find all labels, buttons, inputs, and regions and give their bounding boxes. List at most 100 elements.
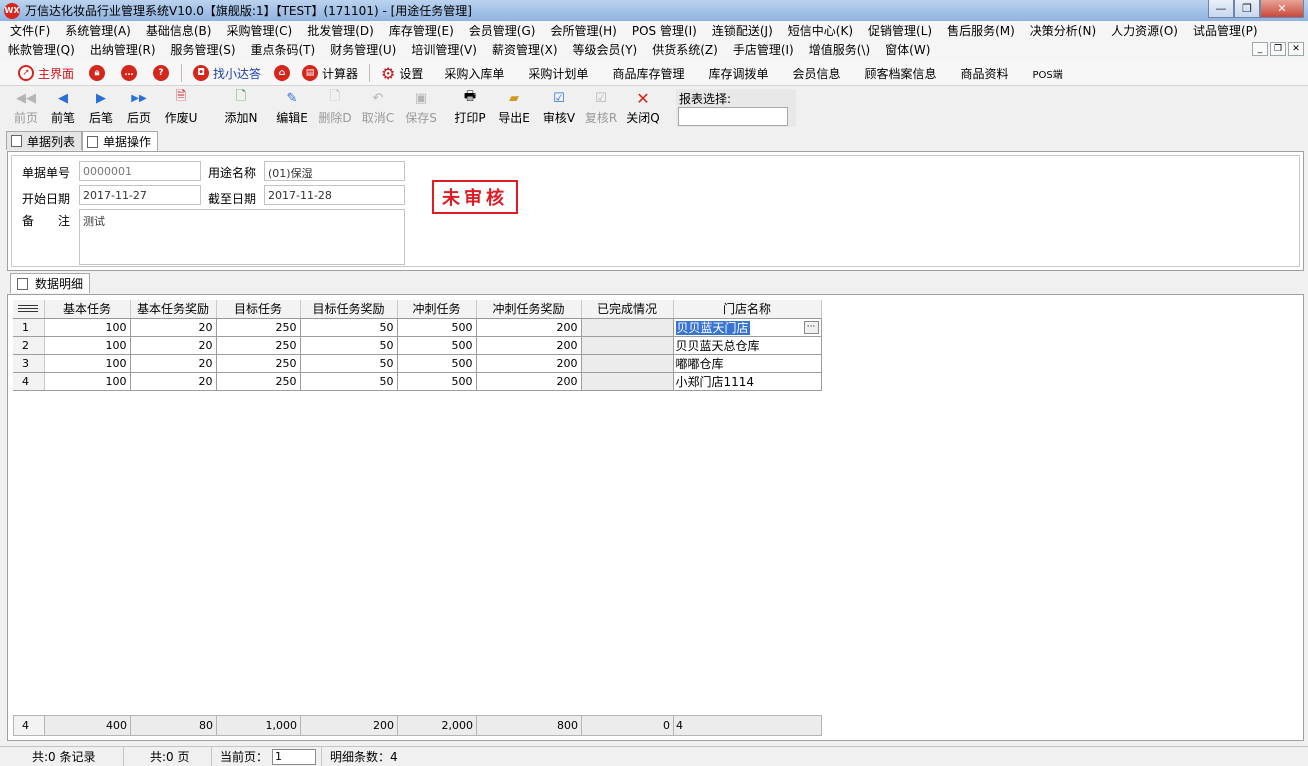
help-button[interactable]: ? — [147, 61, 179, 86]
menu-item-2-4[interactable]: 财务管理(U) — [322, 41, 403, 58]
prev-record-button[interactable]: ◀ 前笔 — [44, 86, 82, 130]
chat-button[interactable]: … — [115, 61, 147, 86]
table-cell[interactable] — [581, 318, 674, 337]
add-button[interactable]: 🗋︎ 添加N — [212, 86, 270, 130]
reapprove-button[interactable]: ☑ 复核R — [582, 86, 620, 130]
mdi-close-button[interactable]: ✕ — [1288, 42, 1304, 56]
house-button[interactable]: ⌂ — [270, 61, 298, 86]
approve-button[interactable]: ☑ 审核V — [536, 86, 582, 130]
tab-doc-list[interactable]: 单据列表 — [6, 131, 83, 150]
table-cell[interactable]: 200 — [476, 354, 582, 373]
ellipsis-button[interactable]: ··· — [803, 320, 819, 334]
table-cell[interactable]: 50 — [300, 372, 398, 391]
next-record-button[interactable]: ▶ 后笔 — [82, 86, 120, 130]
find-assistant-button[interactable]: ◘ 找小达答 — [184, 61, 270, 86]
table-cell[interactable]: 100 — [44, 372, 131, 391]
restore-button[interactable]: ❐ — [1234, 0, 1260, 18]
table-cell[interactable]: 50 — [300, 336, 398, 355]
quick-link-2[interactable]: 商品库存管理 — [600, 61, 696, 86]
menu-item-2-9[interactable]: 手店管理(I) — [725, 41, 801, 58]
table-cell[interactable]: 100 — [44, 354, 131, 373]
menu-item-6[interactable]: 会员管理(G) — [461, 22, 543, 39]
purpose-field[interactable]: (01)保湿 — [264, 161, 405, 181]
quick-link-5[interactable]: 顾客档案信息 — [852, 61, 948, 86]
table-cell[interactable]: 小郑门店1114 — [673, 372, 822, 391]
menu-item-2-3[interactable]: 重点条码(T) — [243, 41, 323, 58]
mdi-minimize-button[interactable]: _ — [1252, 42, 1268, 56]
menu-item-2[interactable]: 基础信息(B) — [138, 22, 219, 39]
table-cell[interactable]: 500 — [397, 318, 477, 337]
menu-item-3[interactable]: 采购管理(C) — [218, 22, 299, 39]
print-button[interactable]: 🖶︎ 打印P — [448, 86, 492, 130]
menu-item-2-8[interactable]: 供货系统(Z) — [644, 41, 725, 58]
quick-link-0[interactable]: 采购入库单 — [432, 61, 516, 86]
last-page-button[interactable]: ▶▶ 后页 — [120, 86, 158, 130]
save-button[interactable]: ▣ 保存S — [400, 86, 442, 130]
start-date-field[interactable]: 2017-11-27 — [79, 185, 201, 205]
quick-link-1[interactable]: 采购计划单 — [516, 61, 600, 86]
table-row[interactable]: 4 100 20 250 50 500 200 小郑门店1114 — [13, 372, 822, 391]
quick-link-3[interactable]: 库存调拨单 — [696, 61, 780, 86]
menu-item-15[interactable]: 试品管理(P) — [1185, 22, 1265, 39]
close-tab-button[interactable]: ✕ 关闭Q — [620, 86, 666, 130]
row-selector-header[interactable] — [13, 300, 45, 319]
table-cell[interactable]: 250 — [216, 372, 301, 391]
column-header[interactable]: 基本任务 — [44, 300, 131, 319]
first-page-button[interactable]: ◀◀ 前页 — [8, 86, 44, 130]
menu-item-2-1[interactable]: 出纳管理(R) — [82, 41, 163, 58]
column-header[interactable]: 门店名称 — [673, 300, 822, 319]
menu-item-2-5[interactable]: 培训管理(V) — [403, 41, 484, 58]
menu-item-10[interactable]: 短信中心(K) — [780, 22, 860, 39]
quick-link-4[interactable]: 会员信息 — [780, 61, 852, 86]
menu-item-5[interactable]: 库存管理(E) — [381, 22, 461, 39]
menu-item-13[interactable]: 决策分析(N) — [1022, 22, 1103, 39]
table-cell[interactable]: 200 — [476, 318, 582, 337]
column-header[interactable]: 目标任务奖励 — [300, 300, 398, 319]
table-cell[interactable]: 500 — [397, 354, 477, 373]
table-cell[interactable] — [581, 354, 674, 373]
void-button[interactable]: 🗎︎ 作废U — [158, 86, 204, 130]
menu-item-7[interactable]: 会所管理(H) — [542, 22, 623, 39]
tab-data-detail[interactable]: 数据明细 — [10, 273, 91, 293]
table-cell[interactable]: 250 — [216, 318, 301, 337]
close-button[interactable]: ✕ — [1260, 0, 1304, 18]
delete-button[interactable]: 🗋︎ 删除D — [314, 86, 356, 130]
menu-item-11[interactable]: 促销管理(L) — [860, 22, 939, 39]
table-cell[interactable]: 20 — [130, 336, 217, 355]
table-cell[interactable]: 50 — [300, 318, 398, 337]
table-row[interactable]: 2 100 20 250 50 500 200 贝贝蓝天总仓库 — [13, 336, 822, 355]
table-cell[interactable]: 200 — [476, 372, 582, 391]
table-cell[interactable]: 嘟嘟仓库 — [673, 354, 822, 373]
doc-no-field[interactable]: 0000001 — [79, 161, 201, 181]
menu-item-2-2[interactable]: 服务管理(S) — [163, 41, 243, 58]
tab-doc-operate[interactable]: 单据操作 — [82, 131, 159, 151]
menu-item-9[interactable]: 连锁配送(J) — [704, 22, 780, 39]
quick-link-6[interactable]: 商品资料 — [949, 61, 1021, 86]
current-page-input[interactable] — [272, 748, 317, 765]
menu-item-12[interactable]: 售后服务(M) — [939, 22, 1022, 39]
table-cell[interactable]: 贝贝蓝天总仓库 — [673, 336, 822, 355]
settings-button[interactable]: ⚙ 设置 — [372, 61, 432, 86]
menu-item-2-11[interactable]: 窗体(W) — [877, 41, 937, 58]
table-row[interactable]: 1 100 20 250 50 500 200 贝贝蓝天门店 ··· — [13, 318, 822, 337]
menu-item-14[interactable]: 人力资源(O) — [1103, 22, 1185, 39]
quick-link-7[interactable]: POS端 — [1021, 61, 1075, 86]
minimize-button[interactable]: — — [1208, 0, 1234, 18]
menu-item-1[interactable]: 系统管理(A) — [57, 22, 138, 39]
remark-field[interactable]: 测试 — [79, 209, 405, 265]
export-button[interactable]: ▰ 导出E — [492, 86, 536, 130]
menu-item-4[interactable]: 批发管理(D) — [299, 22, 381, 39]
menu-item-8[interactable]: POS 管理(I) — [624, 22, 704, 39]
menu-item-2-7[interactable]: 等级会员(Y) — [565, 41, 645, 58]
column-header[interactable]: 冲刺任务 — [397, 300, 477, 319]
lock-button[interactable]: 🔒︎ — [83, 61, 115, 86]
table-cell[interactable] — [581, 336, 674, 355]
table-cell[interactable]: 250 — [216, 336, 301, 355]
table-cell[interactable]: 20 — [130, 354, 217, 373]
mdi-restore-button[interactable]: ❐ — [1270, 42, 1286, 56]
calculator-button[interactable]: ▤ 计算器 — [298, 61, 367, 86]
table-cell[interactable]: 贝贝蓝天门店 ··· — [673, 318, 822, 337]
table-cell[interactable]: 20 — [130, 318, 217, 337]
end-date-field[interactable]: 2017-11-28 — [264, 185, 405, 205]
table-cell[interactable]: 100 — [44, 318, 131, 337]
